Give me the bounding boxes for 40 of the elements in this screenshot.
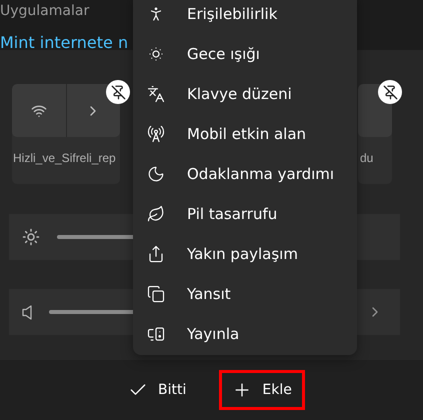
overlapping-screens-icon — [147, 285, 165, 303]
menu-item[interactable]: Yayınla — [133, 314, 357, 354]
menu-item-label: Erişilebilirlik — [187, 5, 278, 23]
menu-item[interactable]: Klavye düzeni — [133, 74, 357, 114]
menu-item-label: Pil tasarrufu — [187, 205, 278, 223]
menu-item-label: Mobil etkin alan — [187, 125, 306, 143]
unpin-button[interactable] — [106, 80, 130, 104]
menu-item[interactable]: Erişilebilirlik — [133, 0, 357, 34]
menu-item[interactable]: Gece ışığı — [133, 34, 357, 74]
section-title: Uygulamalar — [0, 2, 90, 20]
menu-item[interactable]: Mobil etkin alan — [133, 114, 357, 154]
menu-item[interactable]: Yakın paylaşım — [133, 234, 357, 274]
share-icon — [147, 245, 165, 263]
link[interactable]: Mint internete n — [0, 34, 128, 52]
menu-item-label: Yansıt — [187, 285, 231, 303]
menu-item[interactable]: Odaklanma yardımı — [133, 154, 357, 194]
menu-item-label: Gece ışığı — [187, 45, 260, 63]
quick-setting-tile[interactable]: Hizli_ve_Sifreli_rep — [12, 84, 120, 184]
menu-item-label: Odaklanma yardımı — [187, 165, 334, 183]
unpin-button[interactable] — [378, 80, 402, 104]
tile-label: du — [360, 151, 374, 165]
antenna-icon — [147, 125, 165, 143]
tile-label: Hizli_ve_Sifreli_rep — [13, 151, 116, 165]
translate-icon — [147, 85, 165, 103]
menu-item[interactable]: Yansıt — [133, 274, 357, 314]
quick-setting-tile[interactable]: du — [358, 84, 392, 184]
unpin-icon — [110, 84, 126, 100]
unpin-icon — [382, 84, 398, 100]
monitor-speaker-icon — [147, 325, 165, 343]
menu-item-label: Yakın paylaşım — [187, 245, 298, 263]
done-button[interactable]: Bitti — [115, 370, 200, 410]
menu-item-label: Klavye düzeni — [187, 85, 292, 103]
leaf-icon — [147, 205, 165, 223]
menu-item-label: Yayınla — [187, 325, 240, 343]
moon-icon — [147, 165, 165, 183]
wifi-icon — [30, 102, 47, 118]
sun-icon — [22, 228, 40, 246]
speaker-icon — [22, 304, 32, 320]
menu-item[interactable]: Pil tasarrufu — [133, 194, 357, 234]
add-button[interactable]: Ekle — [219, 370, 305, 410]
